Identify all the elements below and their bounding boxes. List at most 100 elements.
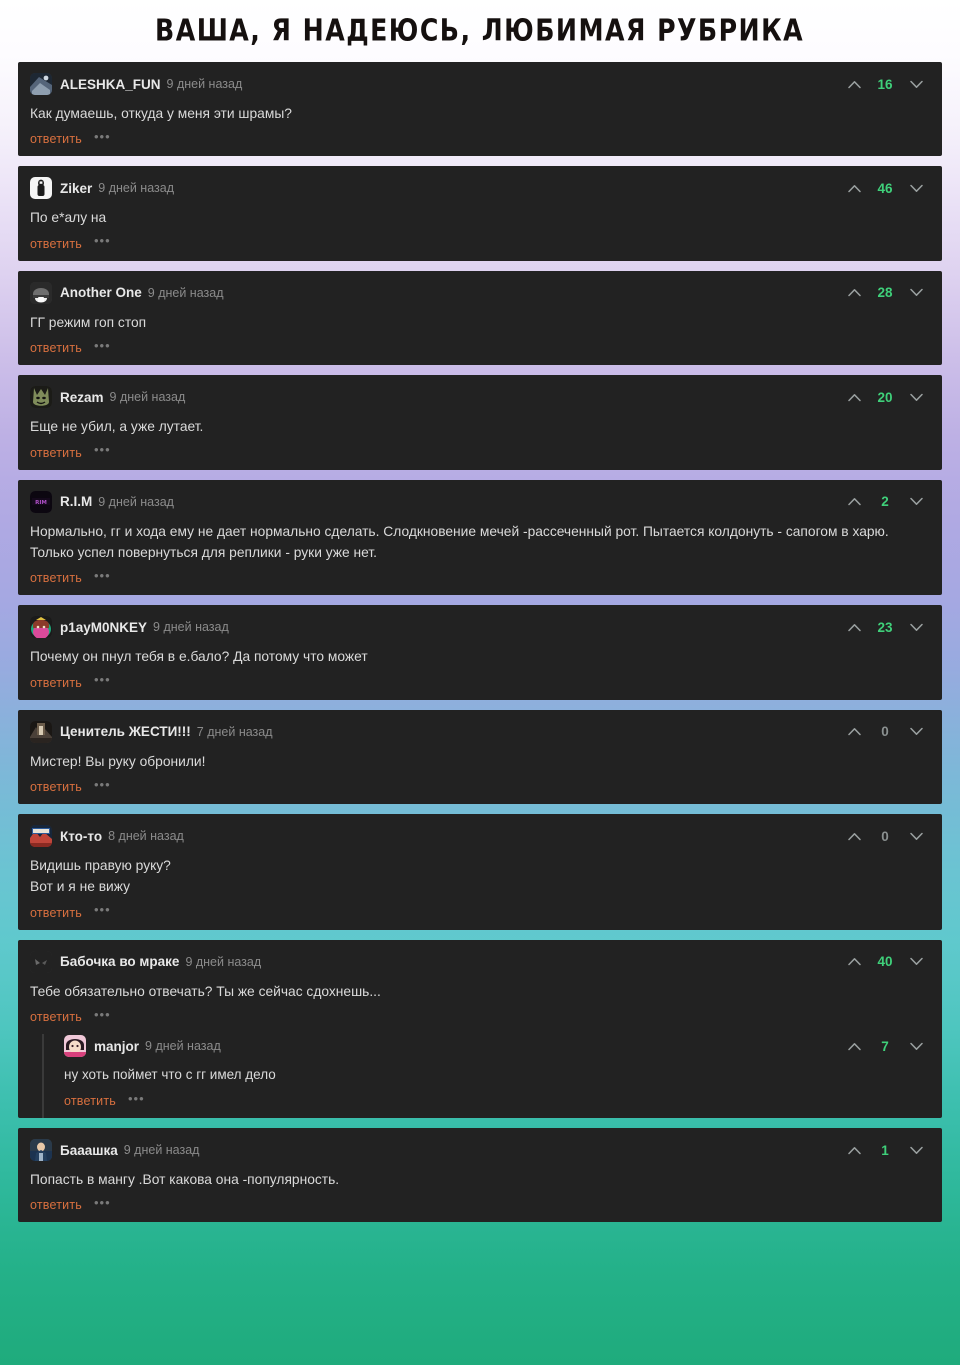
avatar-babochka-vo-mrake[interactable] bbox=[30, 950, 52, 973]
avatar-cenitel-zhesti[interactable] bbox=[30, 720, 52, 743]
comment-author[interactable]: Rezam bbox=[60, 390, 104, 405]
downvote-icon[interactable] bbox=[902, 952, 930, 972]
vote-controls: 16 bbox=[840, 74, 930, 94]
comment-author[interactable]: ALESHKA_FUN bbox=[60, 77, 161, 92]
upvote-icon[interactable] bbox=[840, 952, 868, 972]
comment-timestamp: 9 дней назад bbox=[147, 285, 224, 300]
downvote-icon[interactable] bbox=[902, 74, 930, 94]
downvote-icon[interactable] bbox=[902, 826, 930, 846]
comment-text: ГГ режим гоп стоп bbox=[30, 314, 147, 330]
comment-author[interactable]: Another One bbox=[60, 285, 142, 300]
downvote-icon[interactable] bbox=[902, 1140, 930, 1160]
comment-author[interactable]: Бабочка во мраке bbox=[60, 954, 179, 969]
upvote-icon[interactable] bbox=[840, 492, 868, 512]
comment-author[interactable]: Кто-то bbox=[60, 829, 102, 844]
comment-actions: ответить ••• bbox=[30, 898, 930, 930]
upvote-icon[interactable] bbox=[840, 1140, 868, 1160]
reply-button[interactable]: ответить bbox=[30, 1198, 82, 1212]
vote-controls: 1 bbox=[840, 1140, 930, 1160]
comment-author[interactable]: Ценитель ЖЕСТИ!!! bbox=[60, 724, 191, 739]
comment-header: ALESHKA_FUN 9 дней назад 16 bbox=[30, 72, 930, 96]
more-options-icon[interactable]: ••• bbox=[94, 569, 111, 584]
avatar-rezam[interactable] bbox=[30, 386, 52, 409]
upvote-icon[interactable] bbox=[840, 178, 868, 198]
avatar-baaashka[interactable] bbox=[30, 1139, 52, 1162]
more-options-icon[interactable]: ••• bbox=[94, 903, 111, 918]
comment-list: ALESHKA_FUN 9 дней назад 16 Как думаешь, от… bbox=[0, 62, 960, 1223]
more-options-icon[interactable]: ••• bbox=[94, 130, 111, 145]
comment-card: Кто-то 8 дней назад 0 Видишь правую руку? В… bbox=[18, 814, 942, 930]
vote-count: 0 bbox=[881, 724, 889, 740]
reply-button[interactable]: ответить bbox=[30, 676, 82, 690]
vote-controls: 40 bbox=[840, 952, 930, 972]
comment-timestamp: 9 дней назад bbox=[123, 1143, 200, 1158]
comment-author[interactable]: p1ayM0NKEY bbox=[60, 620, 147, 635]
upvote-icon[interactable] bbox=[840, 617, 868, 637]
comment-timestamp: 8 дней назад bbox=[108, 829, 184, 843]
comment-header: Rezam 9 дней назад 20 bbox=[30, 385, 930, 409]
comment-header: p1ayM0NKEY 9 дней назад 23 bbox=[30, 615, 930, 639]
downvote-icon[interactable] bbox=[902, 492, 930, 512]
more-options-icon[interactable]: ••• bbox=[94, 673, 111, 688]
avatar-rim[interactable]: RIM bbox=[30, 490, 52, 513]
downvote-icon[interactable] bbox=[902, 387, 930, 407]
reply-button[interactable]: ответить bbox=[30, 1010, 82, 1024]
upvote-icon[interactable] bbox=[840, 387, 868, 407]
comment-text: Видишь правую руку? Вот и я не вижу bbox=[30, 858, 171, 895]
avatar-p1aymonkey[interactable] bbox=[30, 616, 52, 639]
comment-header: Бабочка во мраке 9 дней назад 40 bbox=[30, 950, 930, 974]
more-options-icon[interactable]: ••• bbox=[128, 1092, 145, 1107]
downvote-icon[interactable] bbox=[902, 617, 930, 637]
vote-count: 28 bbox=[877, 285, 893, 301]
upvote-icon[interactable] bbox=[840, 826, 868, 846]
comment-author[interactable]: R.I.M bbox=[60, 494, 92, 509]
downvote-icon[interactable] bbox=[902, 178, 930, 198]
avatar-another-one[interactable] bbox=[30, 281, 52, 304]
comment-actions: ответить ••• bbox=[30, 333, 930, 365]
avatar-kto-to[interactable] bbox=[30, 825, 52, 847]
reply-button[interactable]: ответить bbox=[30, 237, 82, 251]
reply-button[interactable]: ответить bbox=[30, 132, 82, 146]
more-options-icon[interactable]: ••• bbox=[94, 443, 111, 458]
more-options-icon[interactable]: ••• bbox=[94, 339, 111, 354]
reply-button[interactable]: ответить bbox=[30, 571, 82, 585]
vote-count: 2 bbox=[881, 494, 889, 509]
avatar-ziker[interactable] bbox=[30, 177, 52, 200]
downvote-icon[interactable] bbox=[902, 283, 930, 303]
comment-card: Ziker 9 дней назад 46 По е*алу на ответить ••… bbox=[18, 166, 942, 261]
comment-timestamp: 9 дней назад bbox=[145, 1039, 221, 1054]
vote-count: 1 bbox=[881, 1142, 889, 1158]
reply-button[interactable]: ответить bbox=[30, 780, 82, 794]
reply-button[interactable]: ответить bbox=[30, 446, 82, 460]
upvote-icon[interactable] bbox=[840, 722, 868, 742]
comment-actions: ответить ••• bbox=[30, 438, 930, 470]
vote-controls: 28 bbox=[840, 283, 930, 303]
downvote-icon[interactable] bbox=[902, 722, 930, 742]
upvote-icon[interactable] bbox=[840, 283, 868, 303]
more-options-icon[interactable]: ••• bbox=[94, 778, 111, 793]
upvote-icon[interactable] bbox=[840, 74, 868, 94]
avatar-manjor[interactable] bbox=[64, 1035, 86, 1058]
comment-timestamp: 9 дней назад bbox=[166, 77, 243, 91]
upvote-icon[interactable] bbox=[840, 1036, 868, 1056]
comment-card: Бабочка во мраке 9 дней назад 40 Тебе обяза… bbox=[18, 939, 942, 1119]
avatar-aleshka-fun[interactable] bbox=[30, 73, 52, 95]
more-options-icon[interactable]: ••• bbox=[94, 234, 111, 249]
reply-button[interactable]: ответить bbox=[64, 1094, 116, 1108]
downvote-icon[interactable] bbox=[902, 1036, 930, 1056]
comment-text: Попасть в мангу .Вот какова она -популяр… bbox=[30, 1172, 340, 1188]
vote-controls: 46 bbox=[840, 178, 930, 198]
comment-actions: ответить ••• bbox=[30, 1002, 930, 1034]
vote-controls: 2 bbox=[840, 492, 930, 512]
reply-button[interactable]: ответить bbox=[30, 906, 82, 920]
more-options-icon[interactable]: ••• bbox=[94, 1196, 111, 1211]
reply-button[interactable]: ответить bbox=[30, 341, 82, 355]
comment-text: Почему он пнул тебя в е.бало? Да потому … bbox=[30, 649, 368, 665]
comment-header: Кто-то 8 дней назад 0 bbox=[30, 824, 930, 848]
comment-author[interactable]: Ziker bbox=[60, 181, 92, 196]
comment-author[interactable]: Бааашка bbox=[60, 1143, 118, 1158]
comment-author[interactable]: manjor bbox=[94, 1039, 139, 1054]
vote-count: 23 bbox=[877, 619, 893, 635]
more-options-icon[interactable]: ••• bbox=[94, 1008, 111, 1023]
comment-timestamp: 9 дней назад bbox=[185, 954, 262, 969]
